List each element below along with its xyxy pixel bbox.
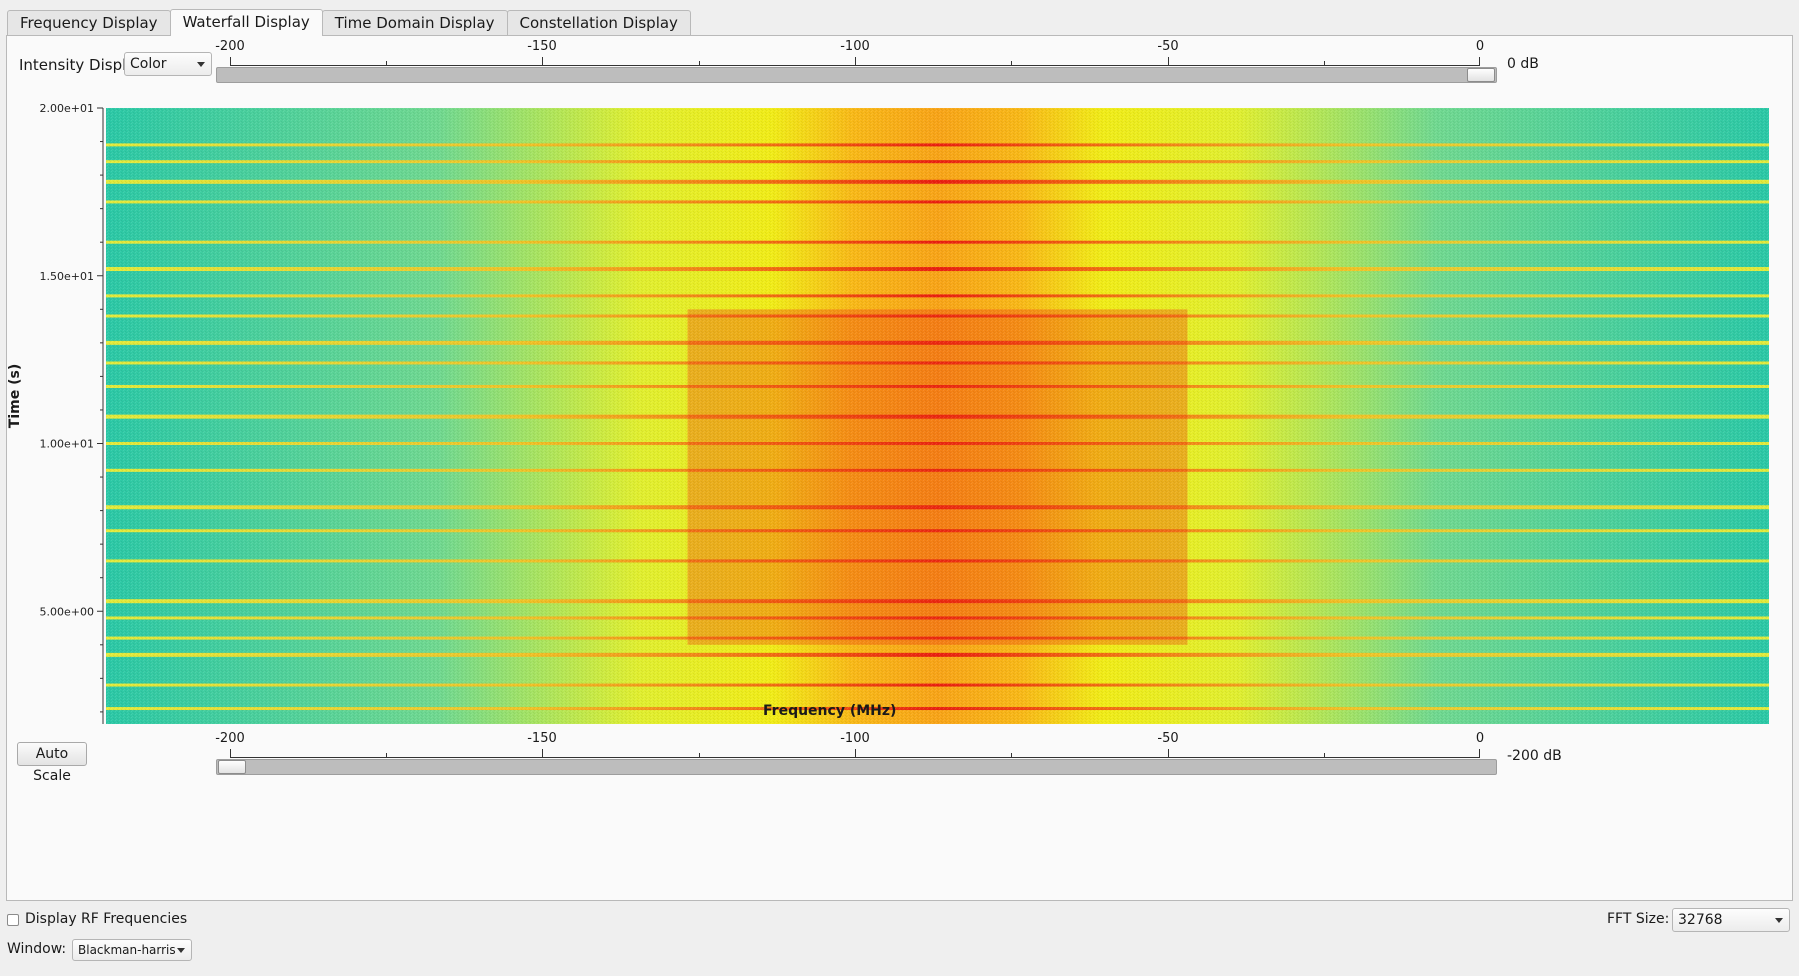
auto-scale-button[interactable]: Auto Scale bbox=[17, 742, 87, 784]
bottom-scale-tick bbox=[699, 753, 700, 757]
max-intensity-slider[interactable] bbox=[216, 67, 1497, 83]
top-scale-tick bbox=[1168, 57, 1169, 65]
tab-constellation-display[interactable]: Constellation Display bbox=[506, 10, 691, 35]
noise-overlay bbox=[106, 108, 1769, 724]
top-scale-label: 0 bbox=[1475, 39, 1485, 54]
bottom-scale-line bbox=[230, 757, 1480, 758]
top-scale-label: -200 bbox=[215, 39, 245, 54]
x-axis-title: Frequency (MHz) bbox=[763, 703, 897, 719]
top-scale-label: -150 bbox=[527, 39, 557, 54]
window-label: Window: bbox=[7, 941, 67, 957]
min-intensity-slider[interactable] bbox=[216, 759, 1497, 775]
y-tick-label: 1.00e+01 bbox=[40, 438, 94, 451]
top-scale-tick bbox=[1011, 61, 1012, 65]
y-tick-label: 5.00e+00 bbox=[40, 605, 94, 618]
bottom-scale-tick bbox=[855, 749, 856, 757]
bottom-scale-tick bbox=[1324, 753, 1325, 757]
waterfall-plot bbox=[106, 108, 1769, 724]
top-scale-tick bbox=[230, 57, 231, 65]
tab-bar: Frequency Display Waterfall Display Time… bbox=[7, 9, 691, 36]
y-axis: 0.00e+005.00e+001.00e+011.50e+012.00e+01 bbox=[40, 102, 104, 724]
waterfall-panel: Intensity Display: Color -200 -150 -100 … bbox=[6, 35, 1793, 901]
bottom-scale-tick bbox=[1168, 749, 1169, 757]
max-intensity-value: 0 dB bbox=[1507, 56, 1539, 72]
y-tick-label: 2.00e+01 bbox=[40, 102, 94, 115]
max-intensity-slider-handle[interactable] bbox=[1467, 68, 1495, 82]
bottom-scale-label: -200 bbox=[215, 731, 245, 746]
window-select[interactable]: Blackman-harris bbox=[72, 939, 192, 961]
bottom-scale-label: -100 bbox=[840, 731, 870, 746]
top-scale-tick bbox=[542, 57, 543, 65]
bottom-scale-tick bbox=[1479, 749, 1480, 757]
bottom-scale-tick bbox=[542, 749, 543, 757]
tab-frequency-display[interactable]: Frequency Display bbox=[7, 10, 171, 35]
top-scale-tick bbox=[699, 61, 700, 65]
bottom-slider-scale: -200 -150 -100 -50 0 bbox=[215, 731, 1484, 759]
window-value: Blackman-harris bbox=[78, 943, 176, 957]
bottom-scale-tick bbox=[386, 753, 387, 757]
top-scale-line bbox=[230, 65, 1480, 66]
display-rf-frequencies-checkbox[interactable] bbox=[7, 914, 19, 926]
bottom-scale-tick bbox=[230, 749, 231, 757]
top-slider-scale: -200 -150 -100 -50 0 bbox=[215, 39, 1484, 67]
tab-time-domain-display[interactable]: Time Domain Display bbox=[321, 10, 508, 35]
tab-waterfall-display[interactable]: Waterfall Display bbox=[169, 9, 323, 36]
chevron-down-icon bbox=[197, 62, 205, 67]
y-tick-label: 1.50e+01 bbox=[40, 270, 94, 283]
top-scale-tick bbox=[1324, 61, 1325, 65]
bottom-scale-label: -50 bbox=[1157, 731, 1179, 746]
fft-size-label: FFT Size: bbox=[1607, 911, 1670, 927]
fft-size-select[interactable]: 32768 bbox=[1672, 908, 1790, 932]
y-axis-title: Time (s) bbox=[7, 363, 24, 429]
min-intensity-value: -200 dB bbox=[1507, 748, 1562, 764]
bottom-scale-label: 0 bbox=[1475, 731, 1485, 746]
display-rf-frequencies-label: Display RF Frequencies bbox=[25, 911, 188, 927]
top-scale-tick bbox=[386, 61, 387, 65]
chevron-down-icon bbox=[177, 948, 185, 953]
top-scale-tick bbox=[855, 57, 856, 65]
bottom-scale-label: -150 bbox=[527, 731, 557, 746]
top-scale-label: -100 bbox=[840, 39, 870, 54]
top-scale-tick bbox=[1479, 57, 1480, 65]
intensity-display-select[interactable]: Color bbox=[124, 52, 212, 76]
top-scale-label: -50 bbox=[1157, 39, 1179, 54]
fft-size-value: 32768 bbox=[1678, 912, 1723, 928]
waterfall-chart: 0.00e+005.00e+001.00e+011.50e+012.00e+01… bbox=[40, 102, 1769, 724]
chevron-down-icon bbox=[1775, 918, 1783, 923]
intensity-display-value: Color bbox=[130, 56, 167, 72]
min-intensity-slider-handle[interactable] bbox=[218, 760, 246, 774]
bottom-scale-tick bbox=[1011, 753, 1012, 757]
